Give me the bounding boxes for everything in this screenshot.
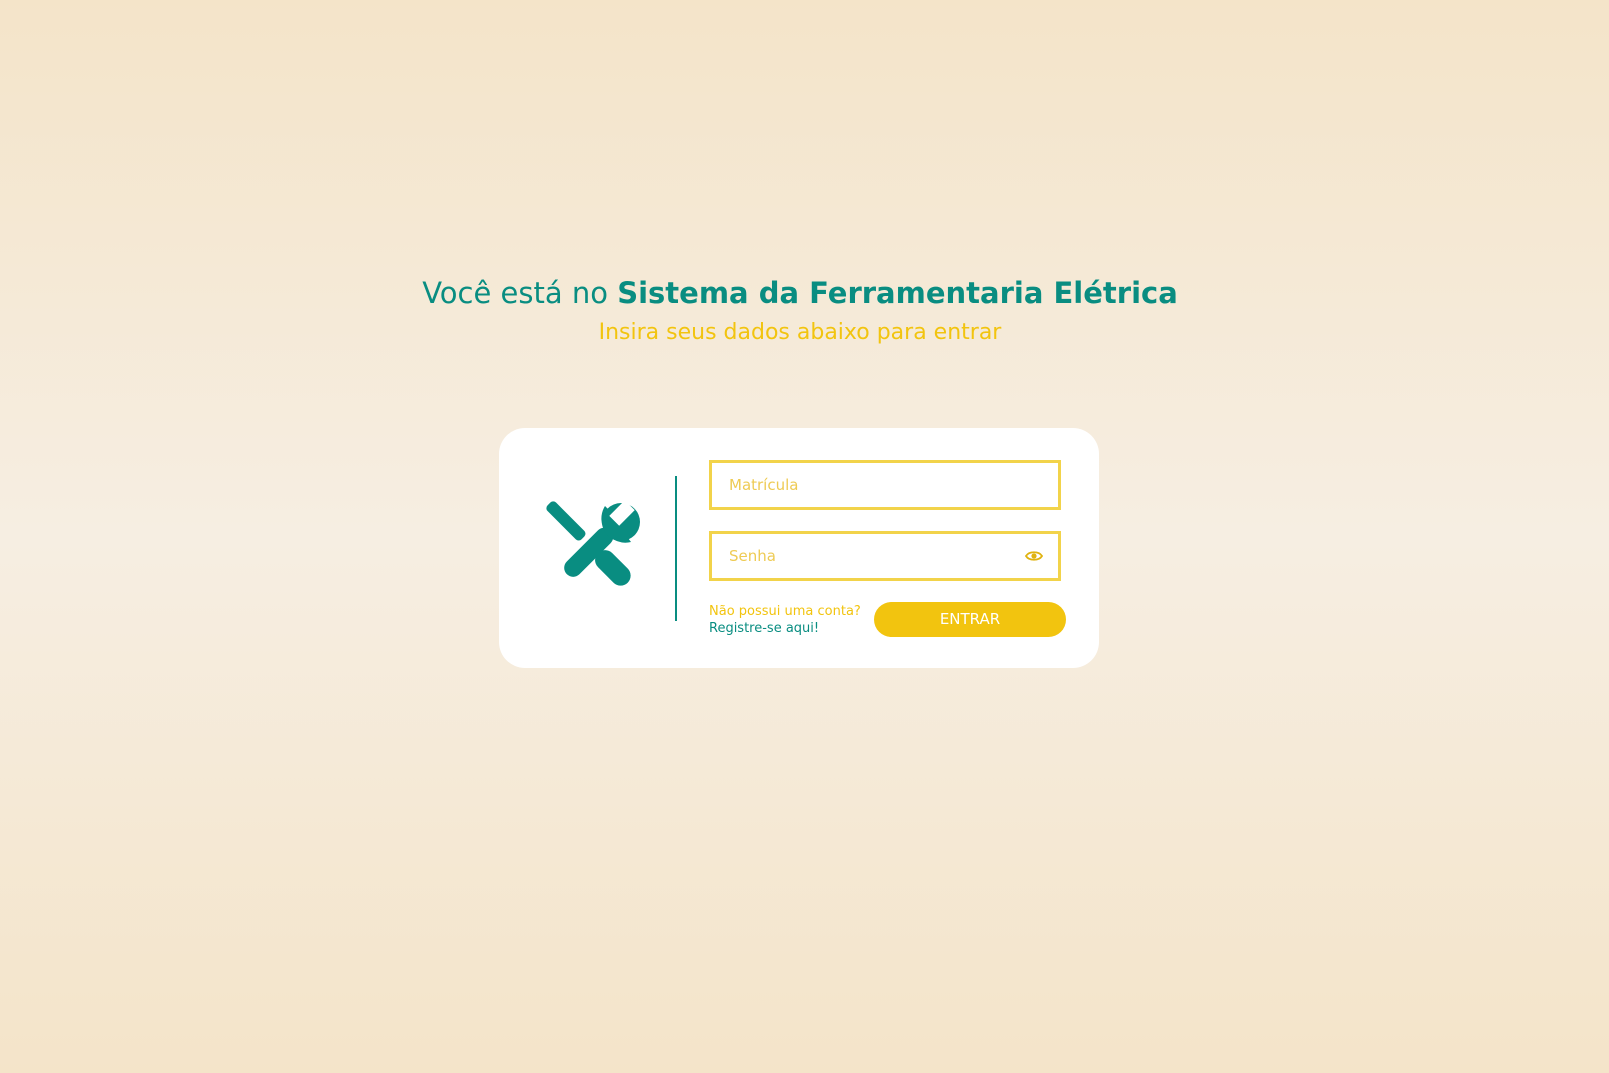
username-placeholder: Matrícula: [729, 476, 799, 494]
card-divider: [675, 476, 677, 621]
page-title: Você está no Sistema da Ferramentaria El…: [0, 273, 1600, 313]
title-brand: Sistema da Ferramentaria Elétrica: [617, 276, 1178, 310]
page-header: Você está no Sistema da Ferramentaria El…: [0, 273, 1600, 353]
password-field[interactable]: Senha: [709, 531, 1061, 581]
page-subtitle: Insira seus dados abaixo para entrar: [598, 320, 1002, 345]
title-prefix: Você está no: [422, 276, 618, 310]
username-field[interactable]: Matrícula: [709, 460, 1061, 510]
eye-icon[interactable]: [1024, 547, 1044, 565]
register-prompt: Não possui uma conta? Registre-se aqui!: [709, 603, 861, 637]
password-placeholder: Senha: [729, 547, 776, 565]
login-card: Matrícula Senha Não possui uma conta? Re…: [499, 428, 1099, 668]
login-button[interactable]: ENTRAR: [874, 602, 1066, 637]
tools-icon: [543, 498, 643, 598]
register-link[interactable]: Registre-se aqui!: [709, 620, 861, 637]
register-question: Não possui uma conta?: [709, 604, 861, 619]
